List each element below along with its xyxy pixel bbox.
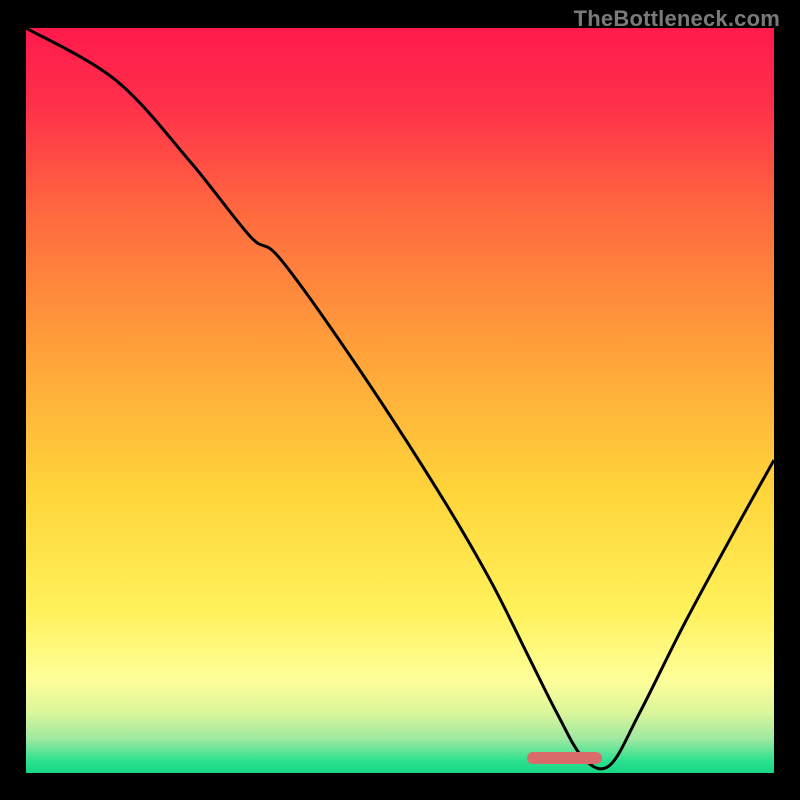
plot-area	[26, 28, 774, 773]
bottleneck-curve	[26, 28, 774, 773]
target-range-marker	[527, 752, 602, 764]
chart-canvas: TheBottleneck.com	[0, 0, 800, 800]
watermark-label: TheBottleneck.com	[574, 6, 780, 32]
